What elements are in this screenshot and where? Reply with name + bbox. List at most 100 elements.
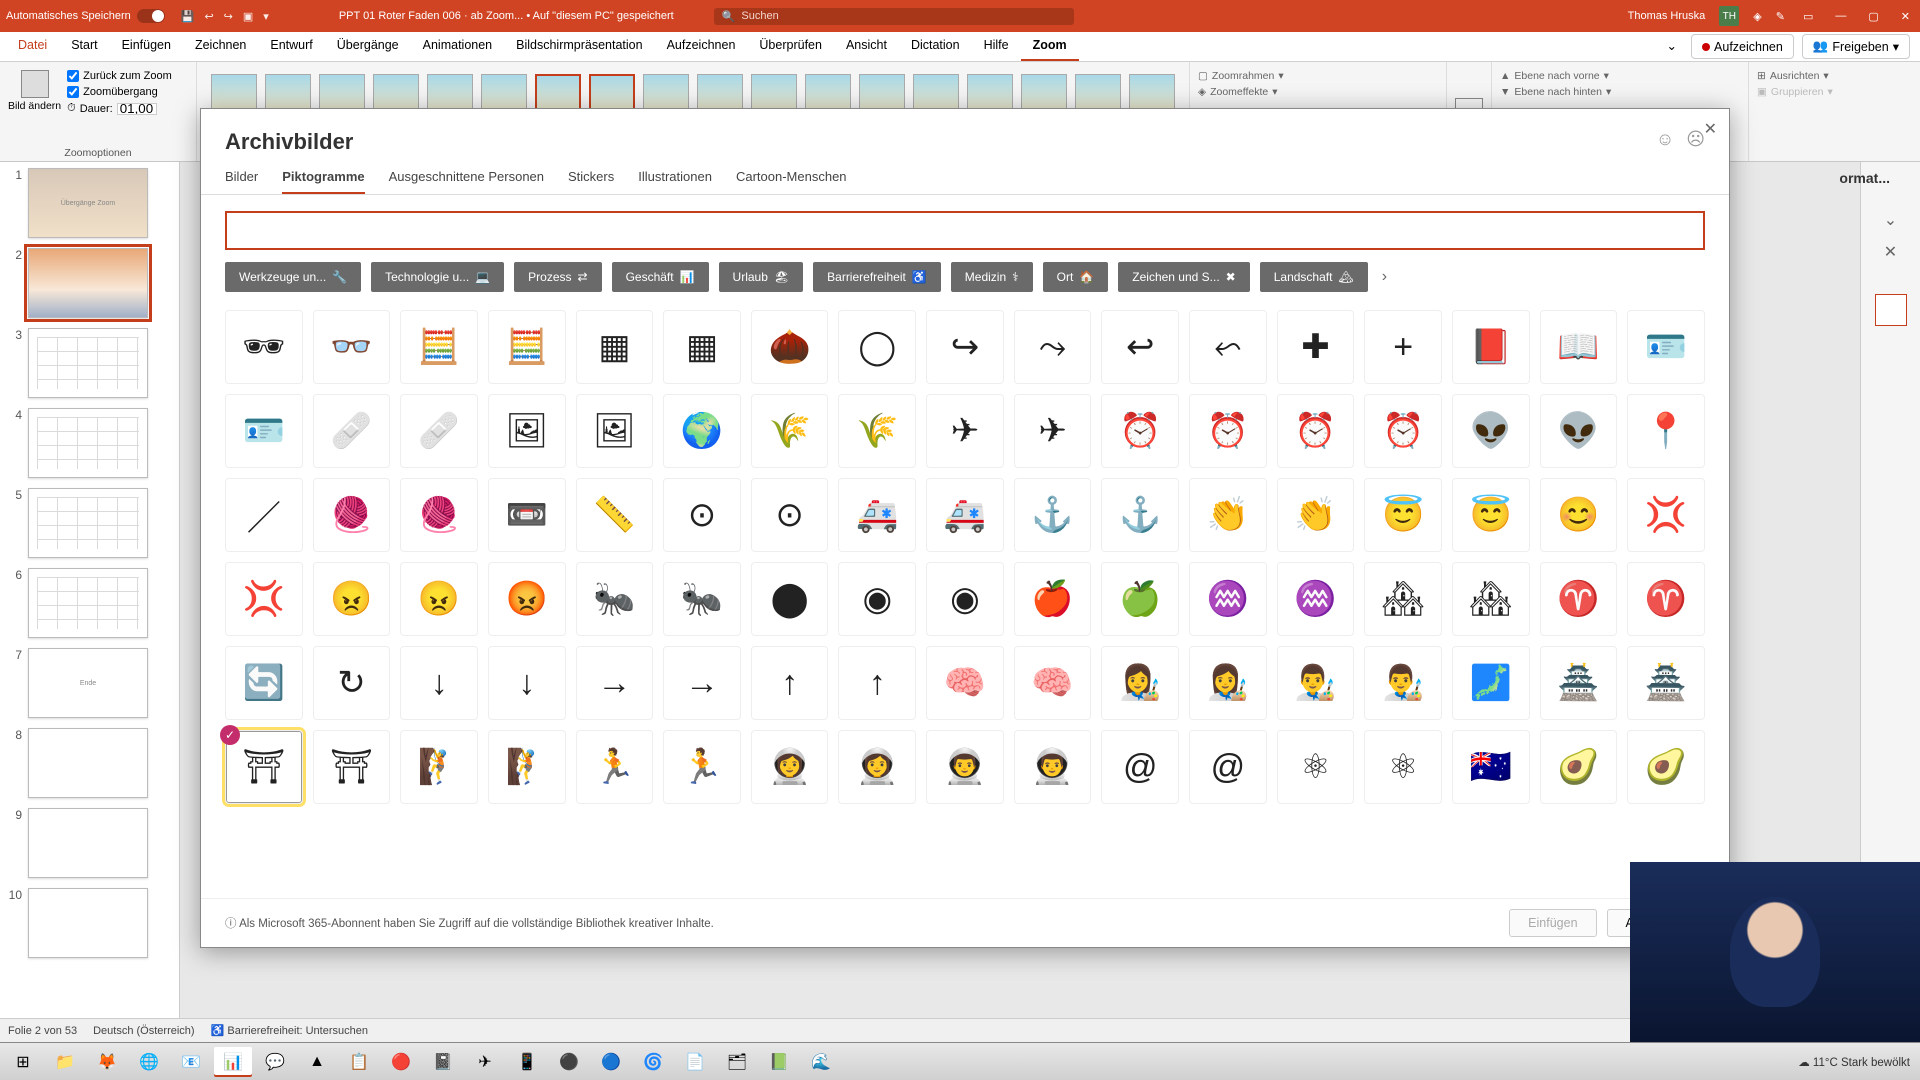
excel-icon[interactable]: 📗 — [760, 1047, 798, 1077]
alarm-clock-outline-icon[interactable]: ⏰ — [1189, 394, 1267, 468]
slide-thumb[interactable]: 6 — [2, 568, 177, 638]
back-to-zoom-checkbox[interactable]: Zurück zum Zoom — [67, 70, 172, 82]
feedback-happy-icon[interactable]: ☺ — [1656, 129, 1674, 150]
needle-outline-icon[interactable]: ／ — [225, 478, 303, 552]
shrine-icon[interactable]: ⛩ — [225, 730, 303, 804]
anchor-outline-icon[interactable]: ⚓ — [1101, 478, 1179, 552]
slide-thumb[interactable]: 7Ende — [2, 648, 177, 718]
qat-more-icon[interactable]: ▾ — [263, 10, 269, 23]
designer-icon[interactable] — [1875, 294, 1907, 326]
needle-icon[interactable]: 📍 — [1627, 394, 1705, 468]
running-icon[interactable]: 🏃 — [576, 730, 654, 804]
language-status[interactable]: Deutsch (Österreich) — [93, 1025, 194, 1037]
dialog-close-button[interactable]: ✕ — [1704, 119, 1717, 139]
airplane-icon[interactable]: ✈ — [926, 394, 1004, 468]
apple-icon[interactable]: 🍎 — [1014, 562, 1092, 636]
tab-design[interactable]: Entwurf — [258, 32, 324, 61]
powerpoint-icon[interactable]: 📊 — [214, 1047, 252, 1077]
minimize-icon[interactable]: — — [1831, 10, 1850, 22]
angel-face-outline-icon[interactable]: 😇 — [1452, 478, 1530, 552]
glasses-3d-icon[interactable]: 🕶 — [225, 310, 303, 384]
group-button[interactable]: ▣Gruppieren ▾ — [1757, 86, 1920, 98]
tab-transitions[interactable]: Übergänge — [325, 32, 411, 61]
app-icon[interactable]: 💬 — [256, 1047, 294, 1077]
ai-head-icon[interactable]: 🧠 — [926, 646, 1004, 720]
arrow-up-icon[interactable]: ↑ — [751, 646, 829, 720]
angry-face-outline-icon[interactable]: 😠 — [400, 562, 478, 636]
running-outline-icon[interactable]: 🏃 — [663, 730, 741, 804]
anchor-icon[interactable]: ⚓ — [1014, 478, 1092, 552]
atom-outline-icon[interactable]: ⚛ — [1364, 730, 1442, 804]
coming-soon-icon[interactable]: ◈ — [1753, 10, 1761, 23]
category-button[interactable]: Prozess ⇄ — [514, 262, 601, 292]
zoom-frame-button[interactable]: ▢Zoomrahmen ▾ — [1198, 70, 1438, 82]
acorn-outline-icon[interactable]: ◯ — [838, 310, 916, 384]
tape-icon[interactable]: 📼 — [488, 478, 566, 552]
airplane-outline-icon[interactable]: ✈ — [1014, 394, 1092, 468]
app-icon[interactable]: 📱 — [508, 1047, 546, 1077]
telegram-icon[interactable]: ✈ — [466, 1047, 504, 1077]
display-options-icon[interactable]: ▭ — [1799, 10, 1817, 23]
tab-view[interactable]: Ansicht — [834, 32, 899, 61]
chevron-down-icon[interactable]: ⌄ — [1884, 210, 1897, 230]
astronaut-female-outline-icon[interactable]: 👩‍🚀 — [838, 730, 916, 804]
avatar[interactable]: TH — [1719, 6, 1739, 26]
ambulance-icon[interactable]: 🚑 — [838, 478, 916, 552]
ambulance-outline-icon[interactable]: 🚑 — [926, 478, 1004, 552]
alien-outline-icon[interactable]: 👽 — [1540, 394, 1618, 468]
tab-animations[interactable]: Animationen — [411, 32, 505, 61]
dialog-tab-icons[interactable]: Piktogramme — [282, 169, 364, 194]
tab-zoom[interactable]: Zoom — [1021, 32, 1079, 61]
abacus-alt-outline-icon[interactable]: ▦ — [663, 310, 741, 384]
bring-forward-button[interactable]: ▲Ebene nach vorne ▾ — [1500, 70, 1740, 82]
arrow-curve-left-thin-icon[interactable]: ⬿ — [1189, 310, 1267, 384]
category-button[interactable]: Ort 🏠 — [1043, 262, 1109, 292]
collapse-ribbon-icon[interactable]: ⌄ — [1657, 32, 1687, 61]
bandage-icon[interactable]: 🩹 — [313, 394, 391, 468]
zoom-transition-checkbox[interactable]: Zoomübergang — [67, 86, 172, 98]
redo-icon[interactable]: ↪ — [224, 10, 233, 23]
refresh-outline-icon[interactable]: ↻ — [313, 646, 391, 720]
artist-male-icon[interactable]: 👨‍🎨 — [1277, 646, 1355, 720]
edge-icon[interactable]: 🌊 — [802, 1047, 840, 1077]
aperture-icon[interactable]: ◉ — [838, 562, 916, 636]
pen-icon[interactable]: ✎ — [1776, 10, 1785, 23]
abacus-alt-icon[interactable]: ▦ — [576, 310, 654, 384]
autosave-toggle[interactable]: Automatisches Speichern — [6, 9, 165, 23]
category-button[interactable]: Barrierefreiheit ♿ — [813, 262, 941, 292]
applause-outline-icon[interactable]: 👏 — [1277, 478, 1355, 552]
zoom-effects-button[interactable]: ◈Zoomeffekte ▾ — [1198, 86, 1438, 98]
obs-icon[interactable]: ⚫ — [550, 1047, 588, 1077]
category-next-icon[interactable]: › — [1378, 268, 1391, 286]
dialog-tab-illustrations[interactable]: Illustrationen — [638, 169, 712, 194]
tape-measure-icon[interactable]: 📏 — [576, 478, 654, 552]
slide-counter[interactable]: Folie 2 von 53 — [8, 1025, 77, 1037]
angry-symbol-icon[interactable]: 💢 — [1627, 478, 1705, 552]
slide-thumb[interactable]: 3 — [2, 328, 177, 398]
tab-dictation[interactable]: Dictation — [899, 32, 972, 61]
halo-face-icon[interactable]: 😊 — [1540, 478, 1618, 552]
tab-help[interactable]: Hilfe — [972, 32, 1021, 61]
yarn-icon[interactable]: 🧶 — [313, 478, 391, 552]
word-icon[interactable]: 📄 — [676, 1047, 714, 1077]
start-menu-icon[interactable]: ⊞ — [4, 1047, 42, 1077]
alarm-clock-ring-icon[interactable]: ⏰ — [1277, 394, 1355, 468]
astronaut-male-outline-icon[interactable]: 👨‍🚀 — [1014, 730, 1092, 804]
category-button[interactable]: Technologie u... 💻 — [371, 262, 504, 292]
address-book-icon[interactable]: 📕 — [1452, 310, 1530, 384]
avocado-outline-icon[interactable]: 🥑 — [1627, 730, 1705, 804]
category-button[interactable]: Zeichen und S... ✖ — [1118, 262, 1249, 292]
angel-face-icon[interactable]: 😇 — [1364, 478, 1442, 552]
alien-icon[interactable]: 👽 — [1452, 394, 1530, 468]
arrow-right-icon[interactable]: → — [576, 646, 654, 720]
plus-icon[interactable]: ✚ — [1277, 310, 1355, 384]
slide-thumb[interactable]: 5 — [2, 488, 177, 558]
alarm-clock-icon[interactable]: ⏰ — [1101, 394, 1179, 468]
file-explorer-icon[interactable]: 📁 — [46, 1047, 84, 1077]
at-sign-icon[interactable]: @ — [1101, 730, 1179, 804]
undo-icon[interactable]: ↩ — [204, 10, 213, 23]
accessibility-status[interactable]: ♿ Barrierefreiheit: Untersuchen — [211, 1024, 368, 1037]
slide-thumb[interactable]: 1Übergänge Zoom — [2, 168, 177, 238]
slide-thumb[interactable]: 8 — [2, 728, 177, 798]
real-estate-icon[interactable]: 🏘 — [1364, 562, 1442, 636]
